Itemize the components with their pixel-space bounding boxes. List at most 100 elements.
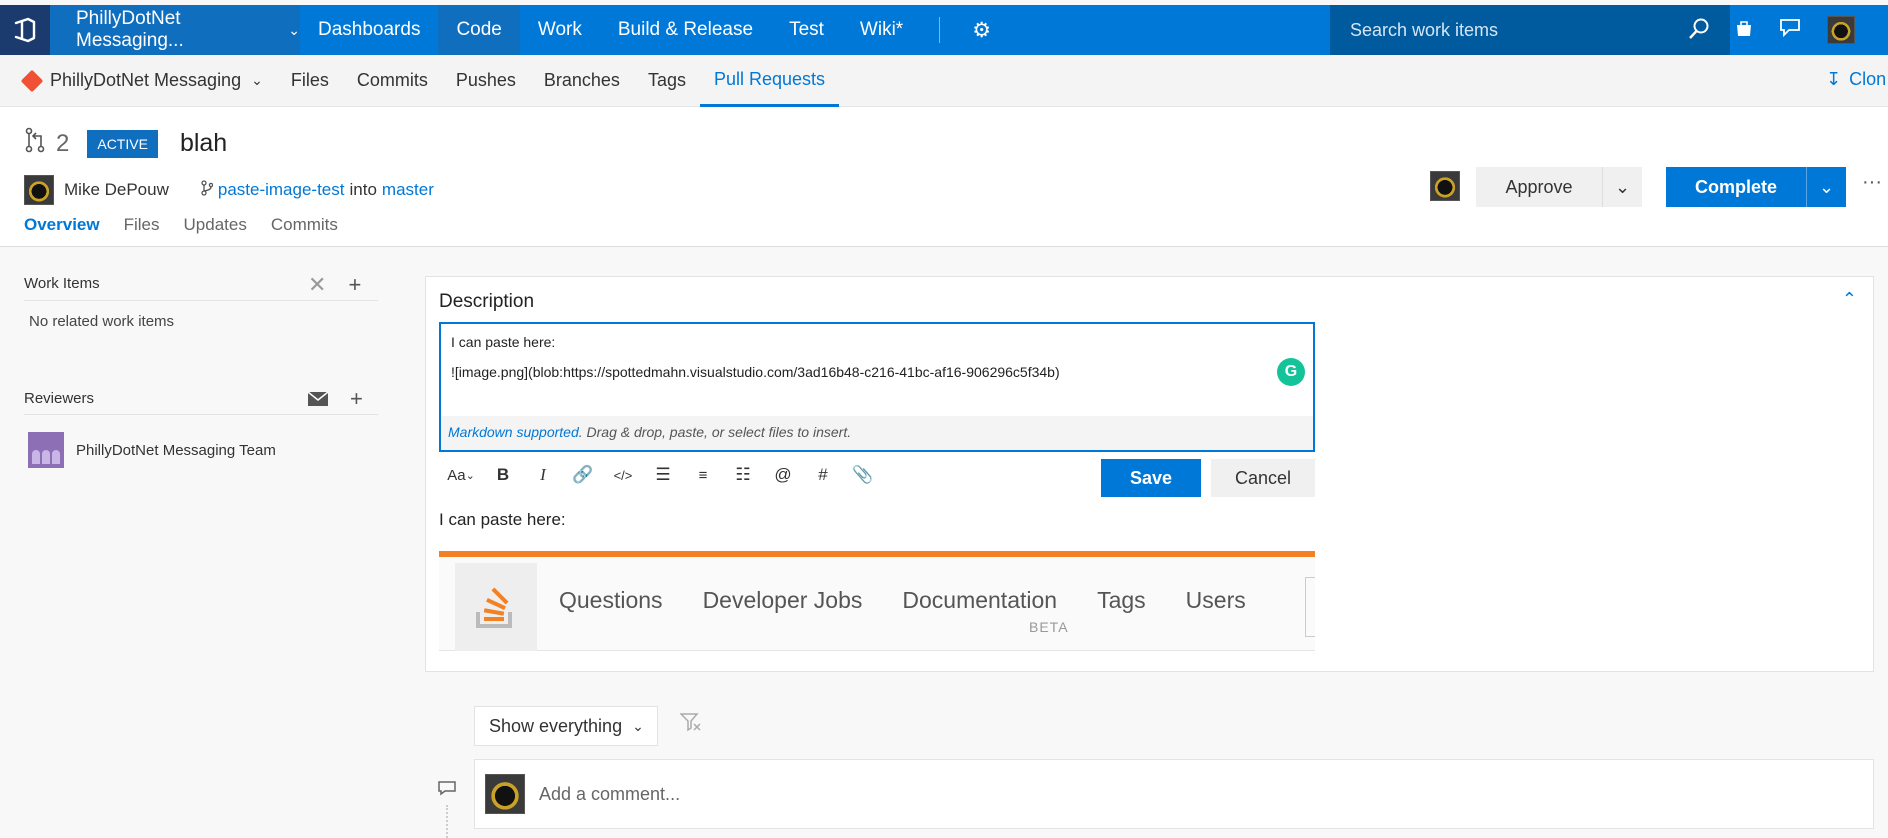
stackoverflow-logo-icon [455,563,537,651]
hashtag-icon[interactable]: # [803,457,843,493]
tab-tags[interactable]: Tags [634,55,700,107]
tab-pull-requests[interactable]: Pull Requests [699,55,840,107]
nav-code[interactable]: Code [438,5,520,55]
complete-label: Complete [1694,176,1777,197]
checklist-icon[interactable]: ☷ [723,457,763,493]
close-icon[interactable]: ✕ [308,272,326,298]
work-items-empty: No related work items [29,313,175,330]
tab-commits[interactable]: Commits [343,55,442,107]
tab-commits[interactable]: Commits [271,215,338,235]
marketplace-bag-icon[interactable] [1735,19,1753,42]
bold-icon[interactable]: B [483,457,523,493]
clone-button[interactable]: ↧ Clon [1826,69,1886,90]
tab-files[interactable]: Files [277,55,343,107]
markdown-hint-bar: Markdown supported. Drag & drop, paste, … [441,416,1313,450]
approve-button[interactable]: Approve ⌄ [1476,167,1642,207]
chevron-down-icon[interactable]: ⌄ [1806,167,1846,207]
comment-input[interactable]: Add a comment... [474,759,1874,829]
pasted-nav-item: Documentation [902,587,1058,613]
mention-icon[interactable]: @ [763,457,803,493]
description-editor[interactable]: I can paste here: ![image.png](blob:http… [439,322,1315,452]
description-panel: Description ⌃ I can paste here: ![image.… [425,276,1874,672]
tab-branches[interactable]: Branches [530,55,634,107]
approve-label: Approve [1505,176,1573,197]
tab-overview[interactable]: Overview [24,215,100,235]
work-items-actions: ✕ + [308,272,361,298]
project-name: PhillyDotNet Messaging... [76,8,184,51]
code-icon[interactable]: </> [603,457,643,493]
reviewer-vote-avatar[interactable] [1430,171,1460,201]
reviewer-item[interactable]: PhillyDotNet Messaging Team [28,432,276,468]
search-input[interactable]: Search work items [1330,5,1730,55]
editor-line-1: I can paste here: [451,334,556,350]
more-options-icon[interactable]: ··· [1862,171,1882,194]
italic-icon[interactable]: I [523,457,563,493]
markdown-supported-link[interactable]: Markdown supported [448,424,579,440]
pasted-beta-label: BETA [1029,619,1069,635]
mail-icon[interactable] [307,386,329,412]
nav-test[interactable]: Test [771,5,842,55]
description-title: Description [439,291,535,312]
reviewer-name: PhillyDotNet Messaging Team [76,441,276,459]
chevron-down-icon[interactable]: ⌄ [1602,167,1642,207]
font-size-button[interactable]: Aa ⌄ [439,457,483,493]
timeline-line [446,805,448,838]
chevron-up-icon[interactable]: ⌃ [1842,289,1857,310]
numbered-list-icon[interactable]: ≡ [683,457,723,493]
team-avatar [28,432,64,468]
branch-icon [201,179,214,201]
user-avatar[interactable] [1827,16,1855,44]
tab-files[interactable]: Files [124,215,160,235]
filter-clear-icon[interactable] [679,712,702,738]
add-reviewer-icon[interactable]: + [350,386,363,412]
complete-button[interactable]: Complete ⌄ [1666,167,1846,207]
bullet-list-icon[interactable]: ☰ [643,457,683,493]
chevron-down-icon: ⌄ [632,717,644,734]
clone-label: Clon [1849,69,1887,89]
page-title[interactable]: blah [180,129,227,158]
chevron-down-icon: ⌄ [288,21,300,38]
divider [24,300,378,301]
repo-selector[interactable]: PhillyDotNet Messaging ⌄ [0,69,263,92]
pr-number: 2 [56,129,70,157]
author-avatar[interactable] [24,175,54,205]
nav-build-release[interactable]: Build & Release [600,5,771,55]
save-button[interactable]: Save [1101,459,1201,497]
hub-nav: Dashboards Code Work Build & Release Tes… [300,5,921,55]
project-selector[interactable]: PhillyDotNet Messaging... ⌄ [50,5,300,55]
clone-icon: ↧ [1826,69,1842,89]
format-toolbar: Aa ⌄ B I 🔗 </> ☰ ≡ ☷ @ # 📎 [439,457,883,493]
grammarly-icon[interactable]: G [1277,358,1305,386]
markdown-hint-text: . Drag & drop, paste, or select files to… [578,424,852,440]
preview-text: I can paste here: [439,510,566,529]
git-repo-icon [20,69,44,92]
link-icon[interactable]: 🔗 [563,457,603,493]
gear-icon[interactable]: ⚙ [958,18,1005,43]
target-branch-link[interactable]: master [382,180,434,200]
nav-dashboards[interactable]: Dashboards [300,5,438,55]
into-text: into [349,180,377,199]
filter-label: Show everything [489,715,623,736]
source-branch-link[interactable]: paste-image-test [218,180,345,200]
attachment-icon[interactable]: 📎 [843,457,883,493]
feedback-icon[interactable] [1779,18,1801,43]
nav-divider [939,17,941,43]
pr-id-row: 2 ACTIVE blah [24,127,227,160]
pasted-nav: Questions Developer Jobs Documentation T… [559,587,1246,614]
author-name[interactable]: Mike DePouw [64,180,169,200]
vsts-logo-icon[interactable] [0,5,50,55]
nav-work[interactable]: Work [520,5,600,55]
nav-wiki[interactable]: Wiki* [842,5,921,55]
top-bar: PhillyDotNet Messaging... ⌄ Dashboards C… [0,5,1888,55]
filter-dropdown[interactable]: Show everything ⌄ [474,706,658,746]
tab-updates[interactable]: Updates [184,215,247,235]
author-row: Mike DePouw paste-image-test into master [24,175,434,205]
add-icon[interactable]: + [348,272,361,298]
cancel-button[interactable]: Cancel [1211,459,1315,497]
tab-pushes[interactable]: Pushes [442,55,530,107]
search-icon[interactable] [1688,17,1710,46]
work-items-title: Work Items [24,275,100,292]
reviewers-title: Reviewers [24,390,95,407]
font-size-label: Aa [447,466,466,484]
pr-header: 2 ACTIVE blah Mike DePouw paste-image-te… [0,107,1888,247]
